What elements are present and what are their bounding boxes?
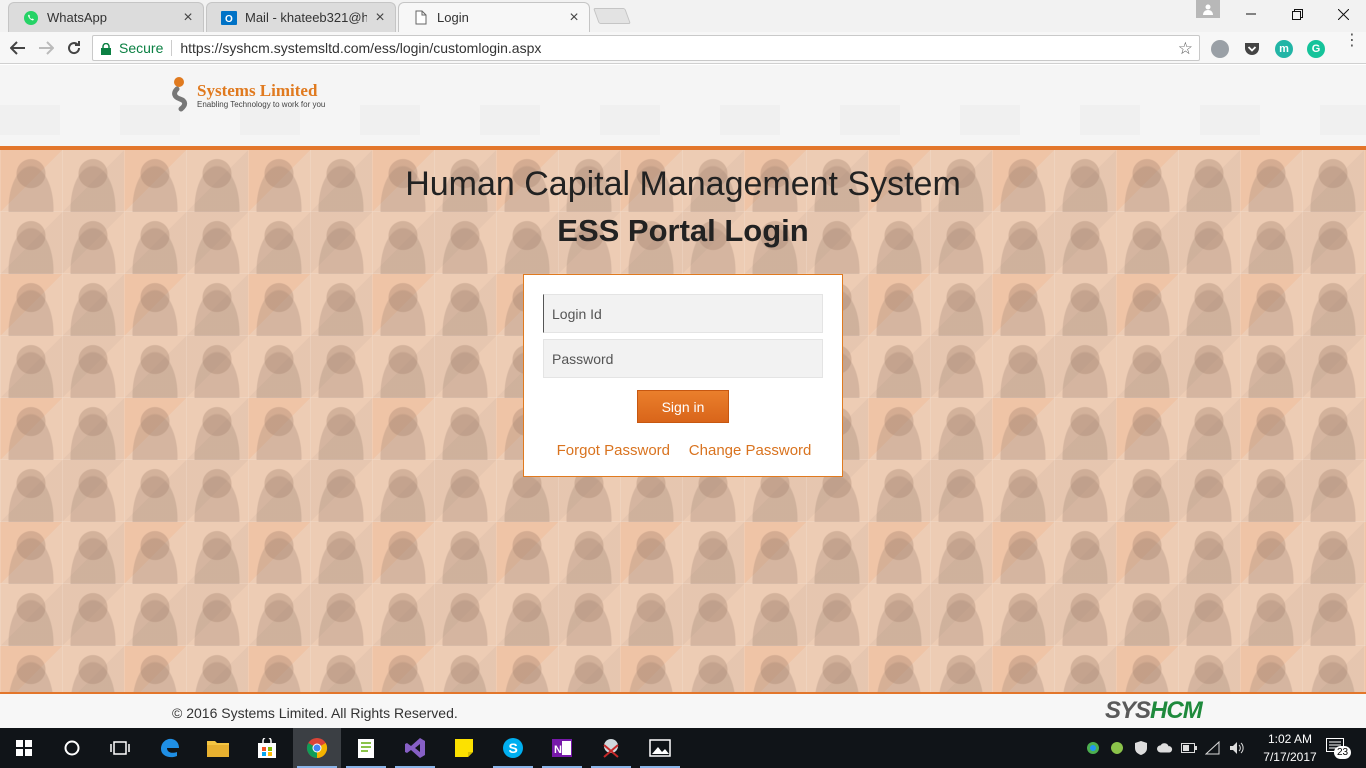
extension-m-icon[interactable]: m xyxy=(1275,40,1293,58)
sign-in-button[interactable]: Sign in xyxy=(637,390,729,423)
systems-limited-logo[interactable]: Systems Limited Enabling Technology to w… xyxy=(171,76,325,112)
battery-icon[interactable] xyxy=(1181,740,1197,756)
snipping-tool-icon[interactable] xyxy=(587,728,635,768)
svg-text:N: N xyxy=(554,744,562,756)
tray-app-icon[interactable] xyxy=(1085,740,1101,756)
notepad-plus-icon[interactable] xyxy=(342,728,390,768)
onedrive-cloud-icon[interactable] xyxy=(1157,740,1173,756)
onenote-icon[interactable]: N xyxy=(538,728,586,768)
close-window-icon[interactable] xyxy=(1320,0,1366,28)
logo-name: Systems Limited xyxy=(197,81,318,100)
start-windows-icon[interactable] xyxy=(0,728,48,768)
syshcm-logo-right: HCM xyxy=(1150,697,1203,724)
outlook-icon: O xyxy=(221,10,237,26)
close-tab-icon[interactable]: × xyxy=(181,9,195,27)
secure-label: Secure xyxy=(119,40,164,56)
browser-tab-bar: WhatsApp × O Mail - khateeb321@hotm × Lo… xyxy=(0,0,1366,32)
clock-time: 1:02 AM xyxy=(1267,732,1313,746)
wifi-icon[interactable] xyxy=(1205,740,1221,756)
visual-studio-icon[interactable] xyxy=(391,728,439,768)
tab-whatsapp[interactable]: WhatsApp × xyxy=(8,2,204,32)
close-tab-icon[interactable]: × xyxy=(567,9,581,27)
browser-toolbar: Secure https://syshcm.systemsltd.com/ess… xyxy=(0,32,1366,64)
document-icon xyxy=(413,10,429,26)
page-subtitle: ESS Portal Login xyxy=(557,213,809,248)
svg-text:S: S xyxy=(509,740,518,756)
syshcm-logo-left: SYS xyxy=(1105,697,1151,724)
url-text: https://syshcm.systemsltd.com/ess/login/… xyxy=(180,40,542,56)
profile-icon[interactable] xyxy=(1196,0,1220,18)
whatsapp-icon xyxy=(23,10,39,26)
bookmark-star-icon[interactable]: ☆ xyxy=(1178,39,1193,59)
sticky-notes-icon[interactable] xyxy=(440,728,488,768)
restore-icon[interactable] xyxy=(1274,0,1320,28)
tab-mail[interactable]: O Mail - khateeb321@hotm × xyxy=(206,2,396,32)
forgot-password-link[interactable]: Forgot Password xyxy=(557,442,670,459)
tray-green-icon[interactable] xyxy=(1109,740,1125,756)
address-bar[interactable]: Secure https://syshcm.systemsltd.com/ess… xyxy=(92,35,1200,61)
extension-cloud-icon[interactable] xyxy=(1211,40,1229,58)
photos-icon[interactable] xyxy=(636,728,684,768)
tab-login[interactable]: Login × xyxy=(398,2,590,32)
notification-badge: 23 xyxy=(1334,746,1352,759)
svg-text:O: O xyxy=(225,14,233,25)
login-links: Forgot Password Change Password xyxy=(524,441,844,459)
login-id-input[interactable] xyxy=(543,294,823,333)
extension-g-label: G xyxy=(1311,43,1321,55)
tab-title: WhatsApp xyxy=(47,10,107,25)
action-center-icon[interactable]: 23 xyxy=(1326,738,1352,759)
close-tab-icon[interactable]: × xyxy=(373,9,387,27)
system-clock[interactable]: 1:02 AM 7/17/2017 xyxy=(1256,730,1324,766)
store-icon[interactable] xyxy=(243,728,291,768)
lock-icon xyxy=(101,42,111,55)
tab-title: Mail - khateeb321@hotm xyxy=(245,10,367,25)
edge-icon[interactable] xyxy=(146,728,194,768)
file-explorer-icon[interactable] xyxy=(194,728,242,768)
tab-title: Login xyxy=(437,10,469,25)
task-view-icon[interactable] xyxy=(96,728,144,768)
skype-icon[interactable]: S xyxy=(489,728,537,768)
site-footer: © 2016 Systems Limited. All Rights Reser… xyxy=(0,694,1366,728)
page-content: Systems Limited Enabling Technology to w… xyxy=(0,65,1366,728)
minimize-icon[interactable] xyxy=(1228,0,1274,28)
syshcm-logo: SYSHCM xyxy=(1105,697,1203,725)
new-tab-button[interactable] xyxy=(593,8,631,24)
reload-icon[interactable] xyxy=(64,38,84,58)
site-header: Systems Limited Enabling Technology to w… xyxy=(0,65,1366,146)
chrome-taskbar-icon[interactable] xyxy=(293,728,341,768)
extension-m-label: m xyxy=(1279,43,1289,55)
forward-icon[interactable] xyxy=(36,38,56,58)
windows-taskbar: S N 1:02 AM 7/17/2017 23 xyxy=(0,728,1366,768)
back-icon[interactable] xyxy=(8,38,28,58)
volume-icon[interactable] xyxy=(1229,740,1245,756)
clock-date: 7/17/2017 xyxy=(1263,750,1317,764)
defender-shield-icon[interactable] xyxy=(1133,740,1149,756)
change-password-link[interactable]: Change Password xyxy=(689,442,812,459)
secure-indicator[interactable]: Secure xyxy=(93,40,173,56)
pocket-icon[interactable] xyxy=(1243,40,1261,58)
chrome-menu-icon[interactable]: ⋮ xyxy=(1344,33,1360,49)
page-title: Human Capital Management System xyxy=(405,165,961,203)
login-form: Sign in Forgot Password Change Password xyxy=(523,274,843,477)
logo-tagline: Enabling Technology to work for you xyxy=(197,100,326,109)
logo-mark-icon xyxy=(171,76,193,112)
password-input[interactable] xyxy=(543,339,823,378)
copyright-text: © 2016 Systems Limited. All Rights Reser… xyxy=(172,705,458,721)
search-cortana-icon[interactable] xyxy=(48,728,96,768)
grammarly-icon[interactable]: G xyxy=(1307,40,1325,58)
